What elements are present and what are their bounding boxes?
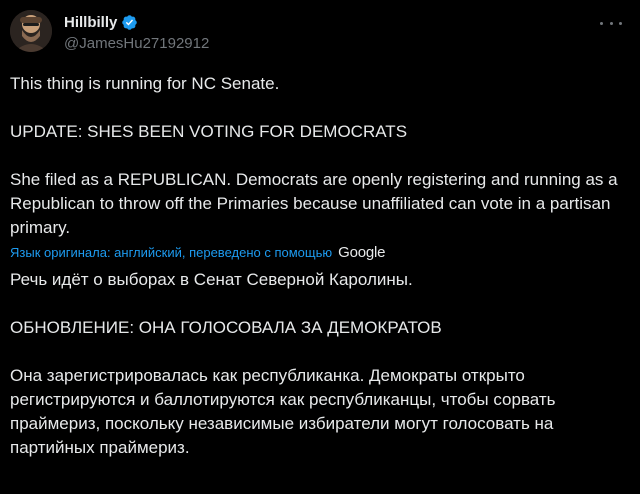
more-dot	[609, 21, 613, 25]
display-row: Hillbilly	[64, 12, 209, 32]
avatar-image	[10, 10, 52, 52]
tweet-text: This thing is running for NC Senate. UPD…	[10, 72, 630, 460]
google-logo: Google	[338, 244, 386, 261]
tweet: Hillbilly @JamesHu27192912 This thing is…	[0, 0, 640, 494]
avatar[interactable]	[10, 10, 52, 52]
display-name[interactable]: Hillbilly	[64, 14, 117, 31]
translation-attribution[interactable]: Язык оригинала: английский, переведено с…	[10, 244, 630, 262]
original-paragraph: UPDATE: SHES BEEN VOTING FOR DEMOCRATS	[10, 122, 408, 141]
verified-badge-icon[interactable]	[121, 14, 138, 31]
translated-paragraph: ОБНОВЛЕНИЕ: ОНА ГОЛОСОВАЛА ЗА ДЕМОКРАТОВ	[10, 318, 442, 337]
author-names: Hillbilly @JamesHu27192912	[64, 12, 209, 53]
translation-note-text: Язык оригинала: английский, переведено с…	[10, 245, 333, 260]
more-dot	[600, 21, 603, 25]
tweet-header: Hillbilly @JamesHu27192912	[10, 10, 630, 54]
translated-text: Речь идёт о выборах в Сенат Северной Кар…	[10, 268, 630, 460]
original-paragraph: This thing is running for NC Senate.	[10, 74, 280, 93]
author-handle[interactable]: @JamesHu27192912	[64, 35, 209, 52]
more-options-icon[interactable]	[600, 14, 622, 32]
more-dot	[619, 21, 622, 25]
translated-paragraph: Речь идёт о выборах в Сенат Северной Кар…	[10, 270, 413, 289]
translated-paragraph: Она зарегистрировалась как республиканка…	[10, 366, 556, 457]
original-paragraph: She filed as a REPUBLICAN. Democrats are…	[10, 170, 618, 237]
